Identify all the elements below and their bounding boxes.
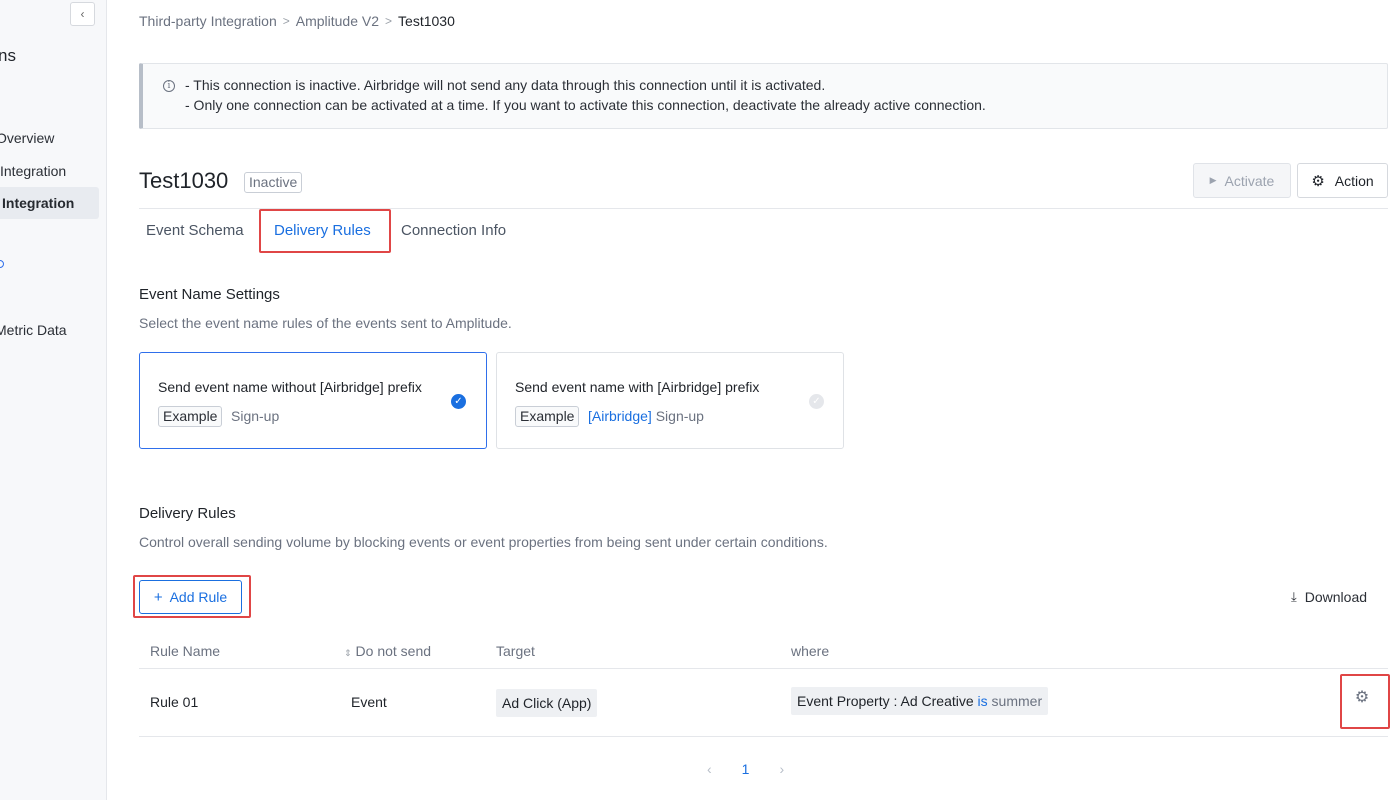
example-badge: Example [515, 406, 580, 427]
where-operator: is [977, 693, 988, 709]
example-value-text: Sign-up [655, 408, 704, 424]
option-without-prefix[interactable]: Send event name without [Airbridge] pref… [139, 352, 487, 449]
delivery-rules-title: Delivery Rules [139, 505, 236, 522]
table-header: Rule Name ⇕ Do not send Target where [139, 634, 1388, 669]
tab-highlight-box [259, 209, 391, 253]
sidebar-item-overview[interactable]: Overview [0, 122, 99, 154]
plus-icon: + [153, 588, 163, 606]
breadcrumb: Third-party Integration > Amplitude V2 >… [139, 13, 455, 29]
sidebar-item-label: Overview [0, 130, 55, 146]
add-rule-button[interactable]: + Add Rule [139, 580, 242, 614]
do-not-send-cell: Event [351, 694, 387, 710]
target-chip: Ad Click (App) [496, 689, 598, 717]
pagination-prev-icon[interactable]: ‹ [707, 761, 712, 777]
action-button[interactable]: ⚙ Action [1297, 163, 1388, 198]
breadcrumb-item-amplitude[interactable]: Amplitude V2 [296, 13, 379, 29]
sidebar-item-metric-data[interactable]: Metric Data [0, 314, 99, 346]
event-name-settings-description: Select the event name rules of the event… [139, 315, 512, 331]
example-badge: Example [158, 406, 223, 427]
delivery-rules-description: Control overall sending volume by blocki… [139, 534, 828, 550]
breadcrumb-separator: > [282, 14, 290, 28]
where-condition-chip: Event Property : Ad Creative is summer [791, 687, 1049, 715]
sort-icon: ⇕ [344, 648, 352, 658]
column-target: Target [496, 643, 535, 659]
activate-button[interactable]: ▶ Activate [1193, 163, 1291, 198]
connection-header: Test1030 Inactive ▶ Activate ⚙ Action [139, 163, 1388, 209]
sidebar-item-label: Integration [2, 195, 75, 211]
tab-connection-info[interactable]: Connection Info [401, 209, 506, 253]
table-row: Rule 01 Event Ad Click (App) Event Prope… [139, 669, 1390, 737]
breadcrumb-item-third-party-integration[interactable]: Third-party Integration [139, 13, 277, 29]
chevron-left-icon: ‹ [80, 7, 85, 21]
breadcrumb-item-current: Test1030 [398, 13, 455, 29]
sidebar-collapse-button[interactable]: ‹ [70, 2, 95, 26]
add-rule-label: Add Rule [169, 589, 228, 605]
sidebar-indicator-icon [0, 260, 4, 268]
event-name-settings-title: Event Name Settings [139, 286, 280, 303]
action-button-label: Action [1334, 172, 1374, 189]
rule-name-cell: Rule 01 [150, 694, 199, 710]
column-rule-name: Rule Name [150, 643, 221, 659]
option-with-prefix[interactable]: Send event name with [Airbridge] prefix … [496, 352, 844, 449]
option-title: Send event name without [Airbridge] pref… [158, 379, 422, 395]
sidebar: ‹ ns Overview Integration Integration Me… [0, 0, 107, 800]
sidebar-title: ns [0, 46, 16, 65]
column-where: where [791, 643, 830, 659]
sidebar-item-label: Integration [0, 163, 67, 179]
example-value: Sign-up [231, 408, 280, 424]
sidebar-item-integration[interactable]: Integration [0, 155, 99, 187]
example-value: [Airbridge] Sign-up [588, 408, 704, 424]
check-circle-icon: ✓ [451, 394, 466, 409]
activate-button-label: Activate [1224, 172, 1275, 189]
info-icon: i [163, 80, 175, 92]
gear-icon: ⚙ [1311, 172, 1325, 190]
sidebar-item-label: Metric Data [0, 322, 67, 338]
status-badge: Inactive [244, 172, 303, 193]
download-button[interactable]: ⤓ Download [1291, 589, 1367, 605]
breadcrumb-separator: > [385, 14, 393, 28]
pagination: ‹ 1 › [707, 758, 784, 780]
check-circle-icon: ✓ [809, 394, 824, 409]
tab-event-schema[interactable]: Event Schema [146, 209, 244, 253]
pagination-next-icon[interactable]: › [779, 761, 784, 777]
download-label: Download [1304, 589, 1368, 605]
sidebar-item-third-party-integration[interactable]: Integration [0, 187, 99, 219]
pagination-page-1[interactable]: 1 [742, 761, 750, 777]
page-title: Test1030 [139, 168, 229, 193]
download-icon: ⤓ [1291, 589, 1297, 604]
where-field: Event Property : Ad Creative [797, 693, 974, 709]
column-do-not-send[interactable]: ⇕ Do not send [344, 643, 431, 659]
main-content: Third-party Integration > Amplitude V2 >… [107, 0, 1400, 800]
inactive-notice: i - This connection is inactive. Airbrid… [139, 63, 1388, 129]
example-prefix: [Airbridge] [588, 408, 652, 424]
where-value: summer [991, 693, 1043, 709]
rule-settings-gear-icon[interactable]: ⚙ [1354, 690, 1370, 706]
notice-line-1: - This connection is inactive. Airbridge… [185, 77, 826, 93]
option-title: Send event name with [Airbridge] prefix [515, 379, 760, 395]
notice-line-2: - Only one connection can be activated a… [185, 97, 986, 113]
play-icon: ▶ [1209, 175, 1217, 185]
